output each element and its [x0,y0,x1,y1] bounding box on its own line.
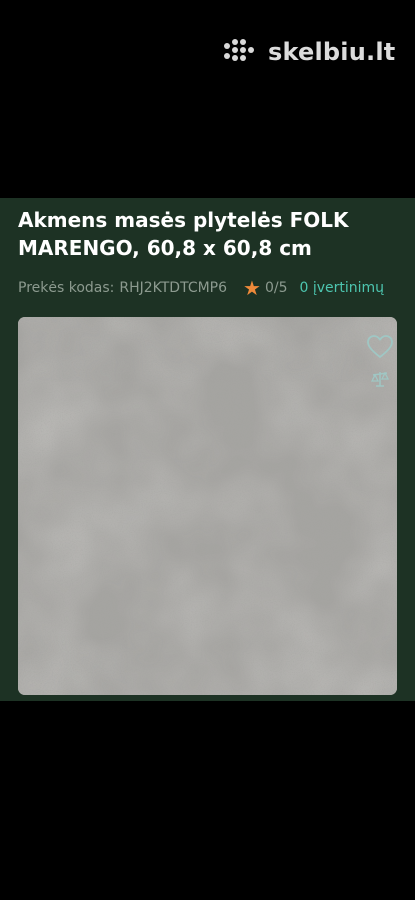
product-image[interactable] [18,317,397,695]
product-meta-row: Prekės kodas: RHJ2KTDTCMP6 ★ 0/5 0 įvert… [18,278,405,298]
screenshot-page: skelbiu.lt Akmens masės plytelės FOLK MA… [0,0,415,900]
product-title: Akmens masės plytelės FOLK MARENGO, 60,8… [18,208,349,260]
reviews-link[interactable]: 0 įvertinimų [300,280,385,296]
favorite-button[interactable] [366,334,394,360]
compare-button[interactable] [370,369,390,389]
heart-icon [367,335,393,358]
watermark-text: skelbiu.lt [268,38,396,66]
product-code-value: RHJ2KTDTCMP6 [119,280,228,296]
star-icon: ★ [243,276,261,300]
rating-score: 0/5 [264,280,288,296]
stone-texture-image [18,317,397,695]
skelbiu-dots-logo-icon [224,39,260,65]
skelbiu-watermark: skelbiu.lt [224,38,395,66]
product-code-label: Prekės kodas: [18,280,115,296]
compare-scale-icon [370,371,390,387]
